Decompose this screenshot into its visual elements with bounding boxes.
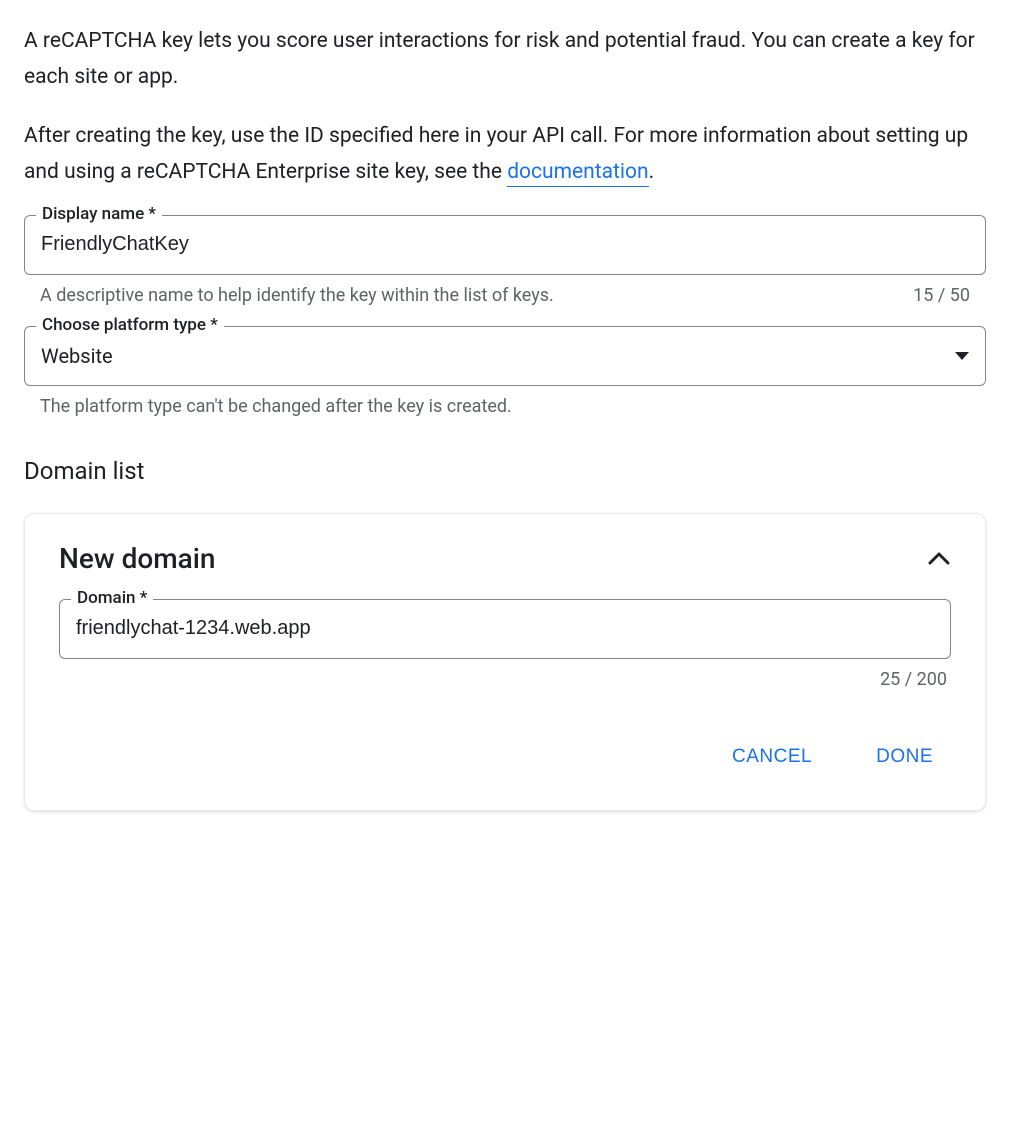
caret-down-icon [955,352,969,360]
platform-type-value: Website [41,344,955,368]
display-name-input[interactable] [41,216,969,274]
chevron-up-icon[interactable] [927,546,951,570]
display-name-field: Display name * [24,215,986,275]
domain-counter: 25 / 200 [880,669,947,690]
platform-type-label: Choose platform type * [36,315,224,335]
domain-label: Domain * [71,588,153,608]
done-button[interactable]: DONE [872,738,937,776]
intro-para-2: After creating the key, use the ID speci… [24,119,986,190]
domain-list-heading: Domain list [24,457,986,485]
new-domain-title: New domain [59,542,215,575]
platform-type-field[interactable]: Choose platform type * Website [24,326,986,386]
intro-text: A reCAPTCHA key lets you score user inte… [24,24,986,191]
new-domain-card: New domain Domain * 25 / 200 CANCEL DONE [24,513,986,811]
display-name-helper: A descriptive name to help identify the … [40,285,554,306]
display-name-label: Display name * [36,204,162,224]
display-name-counter: 15 / 50 [913,285,970,306]
domain-field: Domain * [59,599,951,659]
domain-input[interactable] [76,600,934,658]
cancel-button[interactable]: CANCEL [728,738,816,776]
platform-type-helper: The platform type can't be changed after… [40,396,512,417]
documentation-link[interactable]: documentation [507,160,648,187]
intro-para-1: A reCAPTCHA key lets you score user inte… [24,24,986,95]
